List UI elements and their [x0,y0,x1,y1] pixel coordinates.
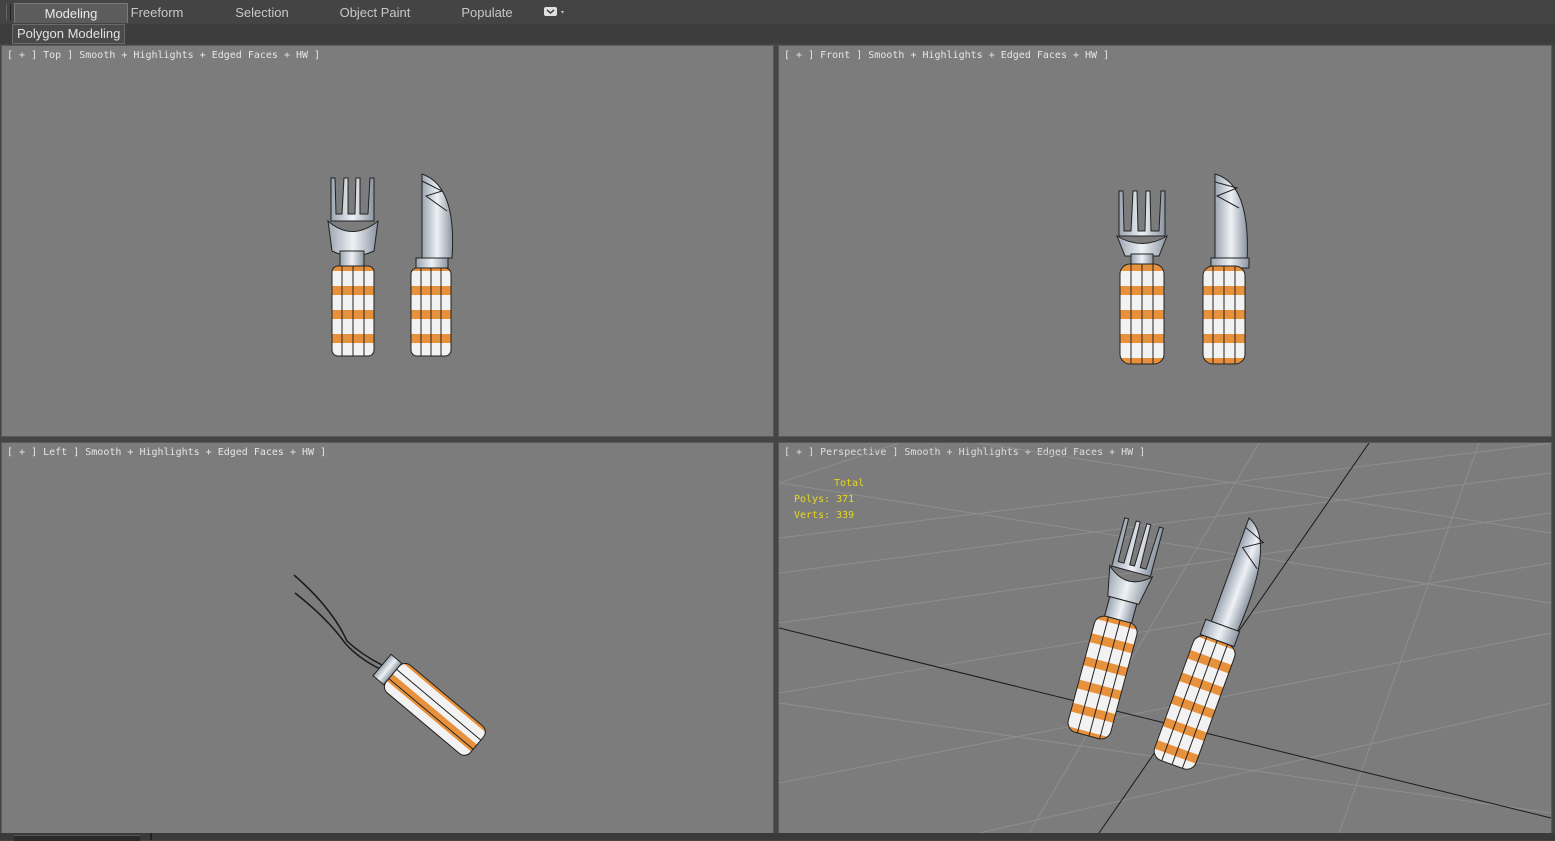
poly-count-stats: Total Polys: 371 Verts: 339 [794,476,864,524]
stats-verts: Verts: 339 [794,510,855,521]
perspective-grid-and-model [779,443,1551,833]
ribbon-grip-handle[interactable] [6,4,11,20]
time-slider-handle[interactable] [14,835,140,841]
ribbon-display-options-icon[interactable] [543,6,567,18]
tab-freeform[interactable]: Freeform [112,3,202,22]
viewport-perspective[interactable]: [ + ] Perspective ] Smooth + Highlights … [778,442,1552,834]
polygon-modeling-panel-label[interactable]: Polygon Modeling [12,24,126,44]
top-view-fork-knife-model [327,173,454,357]
ribbon-panel-bar [0,24,1555,44]
viewport-top[interactable]: [ + ] Top ] Smooth + Highlights + Edged … [1,45,774,437]
left-view-fork-model [293,574,486,756]
stats-total-label: Total [834,478,865,489]
front-view-fork-knife-model [1115,173,1250,365]
tab-populate[interactable]: Populate [446,3,528,22]
tab-modeling[interactable]: Modeling [14,3,128,23]
tab-object-paint[interactable]: Object Paint [326,3,424,22]
status-divider [150,833,152,840]
bottom-status-strip [0,833,1555,840]
ribbon-tab-bar: Modeling Freeform Selection Object Paint… [0,0,1555,25]
viewport-left[interactable]: [ + ] Left ] Smooth + Highlights + Edged… [1,442,774,834]
stats-polys: Polys: 371 [794,494,855,505]
viewport-front[interactable]: [ + ] Front ] Smooth + Highlights + Edge… [778,45,1552,437]
tab-selection[interactable]: Selection [218,3,306,22]
